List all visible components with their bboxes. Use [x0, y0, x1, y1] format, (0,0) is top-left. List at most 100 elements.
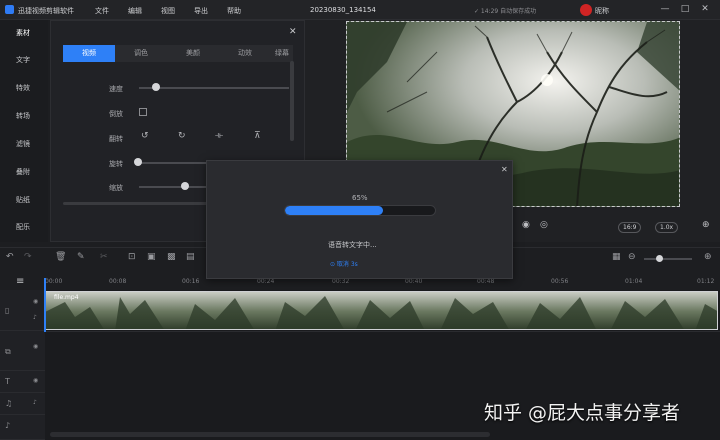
clip-name: file.mp4 — [54, 294, 79, 301]
zoom-out-icon[interactable]: ⊖ — [628, 252, 636, 262]
close-icon[interactable]: ✕ — [700, 4, 710, 14]
fit-icon[interactable]: ▦ — [612, 252, 621, 262]
track-divider — [45, 331, 720, 332]
ruler-tick: 00:32 — [332, 278, 350, 285]
cancel-button[interactable]: ⊙ 取消 3s — [330, 259, 358, 268]
zoom-in-icon[interactable]: ⊕ — [704, 252, 712, 262]
tab-beauty[interactable]: 美颜 — [167, 45, 219, 62]
sidebar-item-transitions[interactable]: 转场 — [0, 111, 48, 125]
visibility-icon[interactable]: ◉ — [33, 377, 38, 384]
edit-icon[interactable]: ✎ — [77, 252, 85, 262]
document-title: 20230830_134154 — [310, 6, 376, 14]
speech-to-text-dialog: ✕ 65% 语音转文字中... ⊙ 取消 3s — [206, 160, 513, 279]
panel-tabs: 视频 调色 美颜 动效 绿幕 — [63, 45, 293, 62]
video-track-icon: ▯ — [5, 306, 10, 315]
title-bar: 迅捷视频剪辑软件 文件 编辑 视图 导出 帮助 20230830_134154 … — [0, 0, 720, 20]
rotate-slider-knob[interactable] — [134, 158, 142, 166]
music-track-icon: ♫ — [5, 399, 13, 408]
autosave-status: ✓ 14:29 自动保存成功 — [474, 8, 537, 15]
flip-label: 翻转 — [109, 135, 123, 143]
sidebar-item-filters[interactable]: 滤镜 — [0, 139, 48, 153]
panel-close-icon[interactable]: ✕ — [289, 27, 297, 37]
mute-icon[interactable]: ♪ — [33, 314, 37, 321]
zoom-select[interactable]: 1.0x — [655, 222, 679, 233]
dialog-close-icon[interactable]: ✕ — [501, 165, 508, 174]
mosaic-icon[interactable]: ▣ — [147, 252, 156, 262]
app-name: 迅捷视频剪辑软件 — [18, 7, 74, 15]
mute-icon[interactable]: ♪ — [33, 399, 37, 406]
progress-bar — [284, 205, 436, 216]
maximize-icon[interactable]: □ — [680, 4, 690, 14]
rotate-slider[interactable] — [139, 162, 214, 164]
ruler-tick: 00:56 — [551, 278, 569, 285]
timeline-zoom-slider[interactable] — [644, 258, 692, 260]
user-name[interactable]: 昵称 — [595, 6, 609, 16]
app-logo-icon — [5, 5, 14, 14]
visibility-icon[interactable]: ◉ — [33, 298, 38, 305]
sidebar-item-media[interactable]: 素材 — [0, 28, 48, 42]
sidebar-item-stickers[interactable]: 贴纸 — [0, 195, 48, 209]
tab-color[interactable]: 调色 — [115, 45, 167, 62]
menu-edit[interactable]: 编辑 — [128, 6, 142, 16]
ruler-tick: 00:48 — [477, 278, 495, 285]
ruler-tick: 00:24 — [257, 278, 275, 285]
pip-track-icon: ⧉ — [5, 347, 11, 356]
delete-icon[interactable]: 🗑 — [55, 252, 66, 262]
panel-v-scrollbar[interactable] — [290, 61, 294, 141]
visibility-icon[interactable]: ◉ — [33, 343, 38, 350]
voice-track-head: ♪ — [0, 415, 45, 440]
sidebar-item-music[interactable]: 配乐 — [0, 222, 48, 236]
flip-horizontal-icon[interactable]: ⟛ — [215, 131, 223, 141]
scale-slider-knob[interactable] — [181, 182, 189, 190]
panel-h-scrollbar[interactable] — [63, 202, 208, 205]
tab-motion[interactable]: 动效 — [219, 45, 271, 62]
progress-percent: 65% — [352, 194, 368, 202]
music-track-head: ♫ ♪ — [0, 393, 45, 415]
ruler-tick: 01:04 — [625, 278, 643, 285]
speed-label: 速度 — [109, 85, 123, 93]
menu-export[interactable]: 导出 — [194, 6, 208, 16]
ruler-tick: 00:08 — [109, 278, 127, 285]
sidebar-item-text[interactable]: 文字 — [0, 55, 48, 69]
menu-help[interactable]: 帮助 — [227, 6, 241, 16]
playhead[interactable] — [44, 278, 46, 332]
video-track-head: ▯ ◉ ♪ — [0, 290, 45, 331]
sidebar-item-effects[interactable]: 特效 — [0, 83, 48, 97]
add-track-icon[interactable]: ≡ — [16, 276, 24, 287]
speed-slider[interactable] — [139, 87, 289, 89]
rotate-left-icon[interactable]: ↺ — [141, 131, 149, 141]
redo-icon[interactable]: ↷ — [24, 252, 32, 262]
undo-icon[interactable]: ↶ — [6, 252, 14, 262]
scale-slider[interactable] — [139, 186, 209, 188]
fullscreen-icon[interactable]: ⊕ — [702, 220, 710, 230]
menu-file[interactable]: 文件 — [95, 6, 109, 16]
sidebar: 素材 文字 特效 转场 滤镜 叠附 贴纸 配乐 — [0, 20, 48, 242]
avatar[interactable] — [580, 4, 592, 16]
crop-icon[interactable]: ⊡ — [128, 252, 136, 262]
pip-track-head: ⧉ ◉ — [0, 331, 45, 371]
minimize-icon[interactable]: — — [660, 4, 670, 14]
ruler-tick: 00:40 — [405, 278, 423, 285]
tab-greenscreen[interactable]: 绿幕 — [271, 45, 293, 62]
video-clip[interactable] — [44, 291, 718, 330]
freeze-icon[interactable]: ▩ — [167, 252, 176, 262]
progress-bar-fill — [285, 206, 383, 215]
speed-slider-knob[interactable] — [152, 83, 160, 91]
rotate-right-icon[interactable]: ↻ — [178, 131, 186, 141]
play-circle-icon[interactable]: ◉ — [522, 220, 530, 230]
timeline-scrollbar[interactable] — [50, 432, 490, 437]
clip-thumbnails — [45, 292, 717, 329]
aspect-ratio-select[interactable]: 16:9 — [618, 222, 642, 233]
reverse-checkbox[interactable] — [139, 108, 147, 116]
tab-video[interactable]: 视频 — [63, 45, 115, 62]
scale-label: 缩放 — [109, 184, 123, 192]
ruler-tick: 00:16 — [182, 278, 200, 285]
sidebar-item-overlay[interactable]: 叠附 — [0, 167, 48, 181]
split-icon[interactable]: ✂ — [100, 252, 108, 262]
reverse-label: 倒放 — [109, 110, 123, 118]
next-frame-icon[interactable]: ◎ — [540, 220, 548, 230]
menu-view[interactable]: 视图 — [161, 6, 175, 16]
audio-icon[interactable]: ▤ — [186, 252, 195, 262]
timeline-zoom-knob[interactable] — [656, 255, 663, 262]
flip-vertical-icon[interactable]: ⊼ — [254, 131, 261, 141]
